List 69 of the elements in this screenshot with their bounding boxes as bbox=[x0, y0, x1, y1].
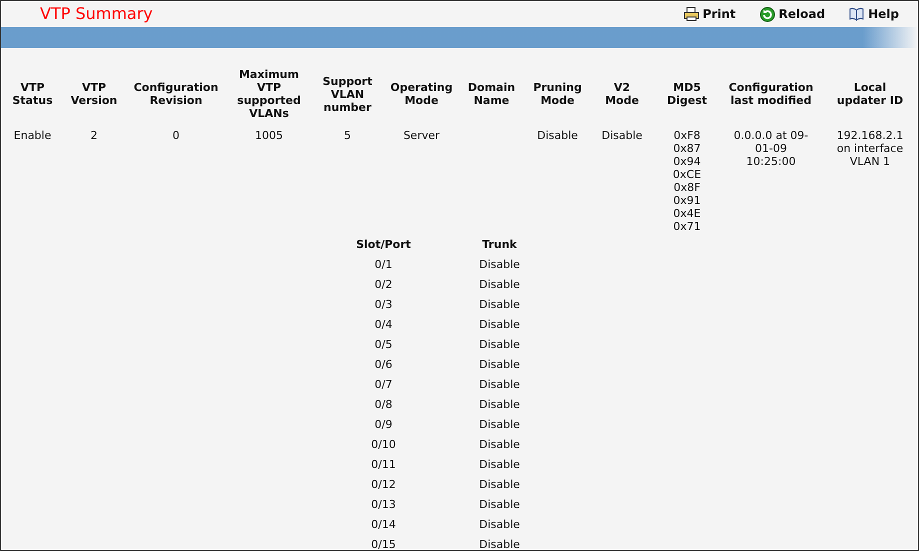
table-cell: 0/14 bbox=[371, 518, 396, 530]
table-cell: Disable bbox=[479, 298, 520, 310]
table-cell: Disable bbox=[479, 438, 520, 450]
table-cell: 0x8F bbox=[674, 181, 700, 194]
table-cell: Disable bbox=[479, 318, 520, 330]
reload-link[interactable]: Reload bbox=[760, 5, 826, 23]
table-cell: Disable bbox=[479, 358, 520, 370]
table-cell: 2 bbox=[90, 129, 98, 142]
table-cell: 0/12 bbox=[371, 478, 396, 490]
table-cell: 192.168.2.1 on interface VLAN 1 bbox=[836, 129, 904, 168]
column-header: V2 Mode bbox=[605, 81, 639, 107]
table-cell: Disable bbox=[479, 498, 520, 510]
table-cell: 0/8 bbox=[374, 398, 392, 410]
column-header: Support VLAN number bbox=[322, 74, 372, 114]
column-header: Slot/Port bbox=[356, 238, 411, 250]
table-cell: Enable bbox=[14, 129, 52, 142]
table-cell: 0/13 bbox=[371, 498, 396, 510]
table-cell: Disable bbox=[479, 538, 520, 550]
reload-icon bbox=[760, 6, 775, 22]
column-header: VTP Status bbox=[12, 81, 53, 107]
table-cell: Disable bbox=[602, 129, 642, 142]
table-cell: 0.0.0.0 at 09- 01-09 10:25:00 bbox=[734, 129, 808, 168]
table-cell: 0/3 bbox=[374, 298, 392, 310]
table-cell: Disable bbox=[479, 378, 520, 390]
column-header: Domain Name bbox=[468, 81, 516, 107]
column-header: Configuration last modified bbox=[728, 81, 814, 107]
table-cell: 0x94 bbox=[673, 155, 701, 168]
table-cell: Disable bbox=[479, 278, 520, 290]
table-cell: 0/4 bbox=[374, 318, 392, 330]
table-cell: 0/2 bbox=[374, 278, 392, 290]
table-cell: 0x87 bbox=[673, 142, 701, 155]
table-cell: Disable bbox=[479, 518, 520, 530]
table-cell: 0/1 bbox=[374, 258, 392, 270]
table-cell: 0/11 bbox=[371, 458, 396, 470]
table-cell: Disable bbox=[479, 458, 520, 470]
table-cell: 5 bbox=[344, 129, 351, 142]
table-cell: 0/6 bbox=[374, 358, 392, 370]
table-cell: 0 bbox=[172, 129, 180, 142]
page-title: VTP Summary bbox=[40, 3, 153, 25]
column-header: Pruning Mode bbox=[533, 81, 582, 107]
table-cell: 1005 bbox=[255, 129, 283, 142]
column-header: Operating Mode bbox=[390, 81, 453, 107]
table-cell: 0/9 bbox=[374, 418, 392, 430]
table-cell: Disable bbox=[479, 478, 520, 490]
table-cell: Disable bbox=[537, 129, 578, 142]
table-cell: Disable bbox=[479, 258, 520, 270]
book-icon bbox=[849, 7, 864, 21]
column-header: Maximum VTP supported VLANs bbox=[237, 68, 301, 120]
table-cell: 0/15 bbox=[371, 538, 396, 550]
table-cell: Disable bbox=[479, 398, 520, 410]
table-cell: 0xF8 bbox=[674, 129, 700, 142]
table-cell: 0xCE bbox=[672, 168, 702, 181]
print-link[interactable]: Print bbox=[684, 5, 736, 23]
column-header: MD5 Digest bbox=[666, 81, 708, 107]
table-cell: Disable bbox=[479, 338, 520, 350]
table-cell: 0x71 bbox=[673, 220, 701, 233]
table-cell: 0/5 bbox=[374, 338, 392, 350]
printer-icon bbox=[684, 7, 699, 21]
column-header: Local updater ID bbox=[836, 81, 904, 107]
table-cell: 0x4E bbox=[673, 207, 701, 220]
table-cell: Server bbox=[403, 129, 440, 142]
column-header: VTP Version bbox=[70, 81, 118, 107]
table-cell: 0/10 bbox=[371, 438, 396, 450]
help-link[interactable]: Help bbox=[849, 5, 899, 23]
column-header: Configuration Revision bbox=[134, 81, 218, 107]
table-cell: 0x91 bbox=[673, 194, 701, 207]
column-header: Trunk bbox=[482, 238, 517, 250]
table-cell: 0/7 bbox=[374, 378, 392, 390]
table-cell: Disable bbox=[479, 418, 520, 430]
